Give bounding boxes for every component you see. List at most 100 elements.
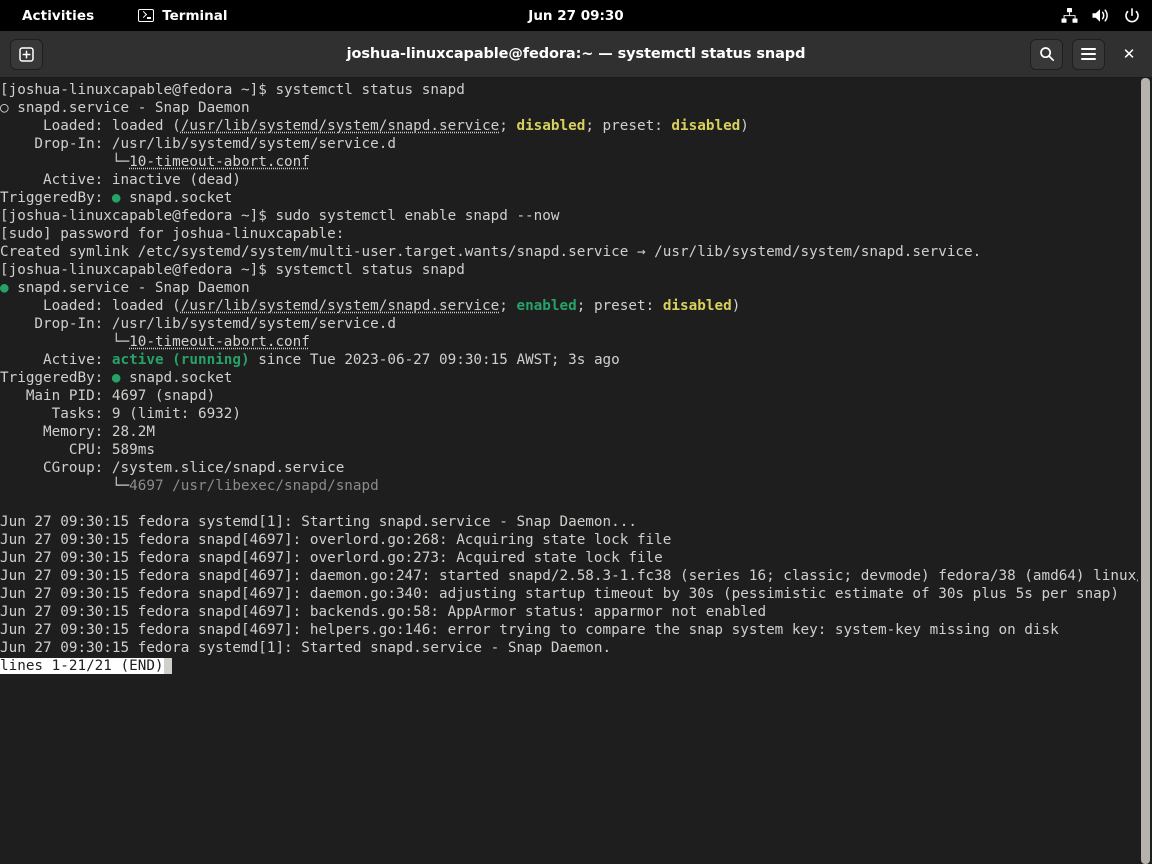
new-tab-button[interactable] [10, 39, 43, 70]
terminal-line: [joshua-linuxcapable@fedora ~]$ sudo sys… [0, 207, 1152, 225]
terminal-text-run: [joshua-linuxcapable@fedora ~]$ systemct… [0, 262, 465, 278]
terminal-line: Drop-In: /usr/lib/systemd/system/service… [0, 135, 1152, 153]
terminal-text-run: ; preset: [585, 118, 671, 134]
terminal-text-run: 10-timeout-abort.conf [129, 334, 310, 350]
terminal-text-run: ) [740, 118, 749, 134]
terminal-line: Loaded: loaded (/usr/lib/systemd/system/… [0, 297, 1152, 315]
activities-button[interactable]: Activities [14, 6, 102, 26]
terminal-line: Active: active (running) since Tue 2023-… [0, 351, 1152, 369]
terminal-line: ○ snapd.service - Snap Daemon [0, 99, 1152, 117]
terminal-line: Jun 27 09:30:15 fedora snapd[4697]: daem… [0, 567, 1152, 585]
terminal-line: Active: inactive (dead) [0, 171, 1152, 189]
terminal-output: [joshua-linuxcapable@fedora ~]$ systemct… [0, 81, 1152, 675]
terminal-text-run: Active: [0, 352, 112, 368]
terminal-text-run: /usr/lib/systemd/system/snapd.service [181, 118, 499, 134]
terminal-text-run: ; [499, 298, 516, 314]
terminal-text-run: ● [112, 370, 121, 386]
terminal-text-run: ; preset: [577, 298, 663, 314]
terminal-text-run: enabled [516, 298, 576, 314]
terminal-line: Jun 27 09:30:15 fedora snapd[4697]: help… [0, 621, 1152, 639]
terminal-text-run: disabled [663, 298, 732, 314]
terminal-text-run: snapd.socket [121, 370, 233, 386]
terminal-text-run: ○ snapd.service - Snap Daemon [0, 100, 250, 116]
terminal-text-run: Drop-In: /usr/lib/systemd/system/service… [0, 316, 396, 332]
terminal-text-run: [joshua-linuxcapable@fedora ~]$ systemct… [0, 82, 465, 98]
terminal-text-run: ; [499, 118, 516, 134]
terminal-text-run: 10-timeout-abort.conf [129, 154, 310, 170]
terminal-text-run: TriggeredBy: [0, 370, 112, 386]
terminal-viewport[interactable]: [joshua-linuxcapable@fedora ~]$ systemct… [0, 78, 1152, 864]
close-icon: ✕ [1123, 45, 1136, 63]
gnome-top-bar: Activities Terminal Jun 27 09:30 [0, 0, 1152, 31]
terminal-text-run: ● [0, 280, 9, 296]
terminal-line: Jun 27 09:30:15 fedora snapd[4697]: over… [0, 531, 1152, 549]
terminal-text-run: Jun 27 09:30:15 fedora snapd[4697]: help… [0, 622, 1059, 638]
terminal-text-run: since Tue 2023-06-27 09:30:15 AWST; 3s a… [250, 352, 620, 368]
close-window-button[interactable]: ✕ [1114, 39, 1144, 69]
terminal-text-run: Main PID: 4697 (snapd) [0, 388, 215, 404]
volume-icon[interactable] [1092, 8, 1110, 23]
terminal-line: └─10-timeout-abort.conf [0, 333, 1152, 351]
hamburger-icon [1081, 48, 1096, 60]
terminal-text-run: 4697 /usr/libexec/snapd/snapd [129, 478, 379, 494]
hamburger-menu-button[interactable] [1072, 39, 1105, 70]
terminal-line: Tasks: 9 (limit: 6932) [0, 405, 1152, 423]
window-title: joshua-linuxcapable@fedora:~ — systemctl… [0, 46, 1152, 62]
window-header-bar: joshua-linuxcapable@fedora:~ — systemctl… [0, 31, 1152, 78]
terminal-text-run: ) [732, 298, 741, 314]
terminal-text-run: [sudo] password for joshua-linuxcapable: [0, 226, 344, 242]
terminal-text-run [164, 658, 173, 674]
terminal-line: Jun 27 09:30:15 fedora snapd[4697]: over… [0, 549, 1152, 567]
terminal-text-run: Loaded: loaded ( [0, 118, 181, 134]
app-menu-terminal[interactable]: Terminal [132, 6, 233, 26]
terminal-text-run: CGroup: /system.slice/snapd.service [0, 460, 344, 476]
terminal-text-run: disabled [516, 118, 585, 134]
terminal-line: TriggeredBy: ● snapd.socket [0, 189, 1152, 207]
terminal-text-run: └─ [0, 154, 129, 170]
power-icon[interactable] [1124, 8, 1140, 24]
terminal-line: Created symlink /etc/systemd/system/mult… [0, 243, 1152, 261]
terminal-text-run: TriggeredBy: [0, 190, 112, 206]
terminal-scrollbar[interactable] [1138, 78, 1152, 864]
terminal-text-run: [joshua-linuxcapable@fedora ~]$ sudo sys… [0, 208, 559, 224]
terminal-text-run: Jun 27 09:30:15 fedora systemd[1]: Start… [0, 514, 637, 530]
terminal-line: Drop-In: /usr/lib/systemd/system/service… [0, 315, 1152, 333]
terminal-text-run: Jun 27 09:30:15 fedora snapd[4697]: over… [0, 550, 663, 566]
terminal-line: [joshua-linuxcapable@fedora ~]$ systemct… [0, 261, 1152, 279]
terminal-line: └─10-timeout-abort.conf [0, 153, 1152, 171]
terminal-line: CGroup: /system.slice/snapd.service [0, 459, 1152, 477]
terminal-line: [sudo] password for joshua-linuxcapable: [0, 225, 1152, 243]
terminal-text-run: Loaded: loaded ( [0, 298, 181, 314]
terminal-text-run: CPU: 589ms [0, 442, 155, 458]
header-bar-actions: ✕ [1030, 39, 1144, 70]
terminal-text-run: Created symlink /etc/systemd/system/mult… [0, 244, 981, 260]
terminal-line: Loaded: loaded (/usr/lib/systemd/system/… [0, 117, 1152, 135]
search-button[interactable] [1030, 39, 1063, 70]
terminal-text-run: snapd.service - Snap Daemon [9, 280, 250, 296]
terminal-line: Jun 27 09:30:15 fedora snapd[4697]: back… [0, 603, 1152, 621]
terminal-line [0, 495, 1152, 513]
terminal-text-run: active (running) [112, 352, 250, 368]
terminal-text-run: └─ [0, 478, 129, 494]
terminal-text-run: └─ [0, 334, 129, 350]
terminal-text-run: Jun 27 09:30:15 fedora snapd[4697]: daem… [0, 568, 1152, 584]
terminal-line: └─4697 /usr/libexec/snapd/snapd [0, 477, 1152, 495]
terminal-text-run: Tasks: 9 (limit: 6932) [0, 406, 241, 422]
network-wired-icon[interactable] [1061, 8, 1078, 23]
terminal-text-run: Jun 27 09:30:15 fedora systemd[1]: Start… [0, 640, 611, 656]
scrollbar-thumb[interactable] [1141, 78, 1150, 864]
terminal-line: Main PID: 4697 (snapd) [0, 387, 1152, 405]
terminal-text-run: Jun 27 09:30:15 fedora snapd[4697]: over… [0, 532, 671, 548]
terminal-text-run: lines 1-21/21 (END) [0, 658, 164, 674]
terminal-text-run: Drop-In: /usr/lib/systemd/system/service… [0, 136, 396, 152]
terminal-line: Jun 27 09:30:15 fedora systemd[1]: Start… [0, 639, 1152, 657]
system-tray[interactable] [1061, 8, 1140, 24]
terminal-line: Jun 27 09:30:15 fedora systemd[1]: Start… [0, 513, 1152, 531]
app-menu-label: Terminal [162, 8, 227, 24]
terminal-line: [joshua-linuxcapable@fedora ~]$ systemct… [0, 81, 1152, 99]
terminal-line: TriggeredBy: ● snapd.socket [0, 369, 1152, 387]
terminal-line: CPU: 589ms [0, 441, 1152, 459]
terminal-text-run: Memory: 28.2M [0, 424, 155, 440]
terminal-text-run: ● [112, 190, 121, 206]
terminal-icon [138, 9, 154, 22]
